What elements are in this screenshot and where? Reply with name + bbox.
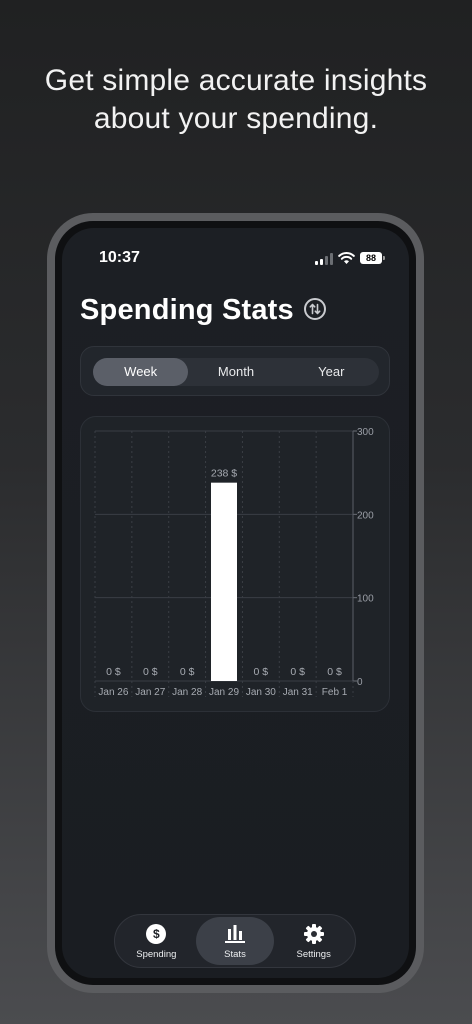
status-bar: 10:37 88 [62,249,409,269]
x-tick-label: Jan 28 [172,687,202,698]
sort-toggle-icon[interactable] [304,298,326,320]
y-tick-label: 200 [357,510,374,521]
cellular-signal-icon [315,253,333,265]
bar-value-label: 0 $ [180,666,195,678]
tab-settings[interactable]: Settings [274,917,353,965]
tab-spending[interactable]: $ Spending [117,917,196,965]
x-tick-label: Jan 31 [283,687,313,698]
status-time: 10:37 [99,249,140,266]
bar-value-label: 238 $ [211,468,237,480]
x-tick-label: Feb 1 [322,687,348,698]
tab-stats-label: Stats [224,948,246,960]
period-selector-card: Week Month Year [80,346,390,396]
phone-bezel: 10:37 88 Spending Stats Week Month Year … [55,221,416,985]
tab-stats[interactable]: Stats [195,917,275,965]
bar-value-label: 0 $ [106,666,121,678]
segment-month[interactable]: Month [188,358,283,386]
headline-line-2: about your spending. [93,102,379,135]
wifi-icon [338,251,355,264]
tab-settings-label: Settings [296,948,331,960]
phone-frame: 10:37 88 Spending Stats Week Month Year … [47,213,424,993]
bar-value-label: 0 $ [254,666,269,678]
y-tick-label: 0 [357,677,363,688]
x-tick-label: Jan 30 [246,687,276,698]
bar-value-label: 0 $ [327,666,342,678]
bottom-tab-bar: $ Spending Stats Settings [114,914,356,968]
battery-icon: 88 [360,252,385,264]
y-tick-label: 300 [357,427,374,438]
segment-week[interactable]: Week [93,358,189,386]
x-tick-label: Jan 27 [135,687,165,698]
x-tick-label: Jan 29 [209,687,239,698]
y-tick-label: 100 [357,594,374,605]
gear-icon [303,923,325,945]
dollar-circle-icon: $ [145,923,167,945]
phone-screen: 10:37 88 Spending Stats Week Month Year … [62,228,409,978]
tab-spending-label: Spending [136,948,177,960]
bar-value-label: 0 $ [290,666,305,678]
bar-chart-icon [224,923,246,945]
x-tick-label: Jan 26 [98,687,128,698]
spending-chart-card: 0 100 200 300 0 $ Jan 26 0 $ Jan 27 0 $ Jan 28 238… [80,416,390,712]
segment-year[interactable]: Year [284,358,379,386]
page-title: Spending Stats [80,294,294,326]
bar-value-label: 0 $ [143,666,158,678]
headline: Get simple accurate insights about your … [0,62,472,138]
spending-bar-chart: 0 100 200 300 0 $ Jan 26 0 $ Jan 27 0 $ Jan 28 238… [94,427,374,698]
bar-jan-29 [211,482,237,681]
period-segmented-control: Week Month Year [93,358,379,386]
headline-line-1: Get simple accurate insights [44,64,428,97]
